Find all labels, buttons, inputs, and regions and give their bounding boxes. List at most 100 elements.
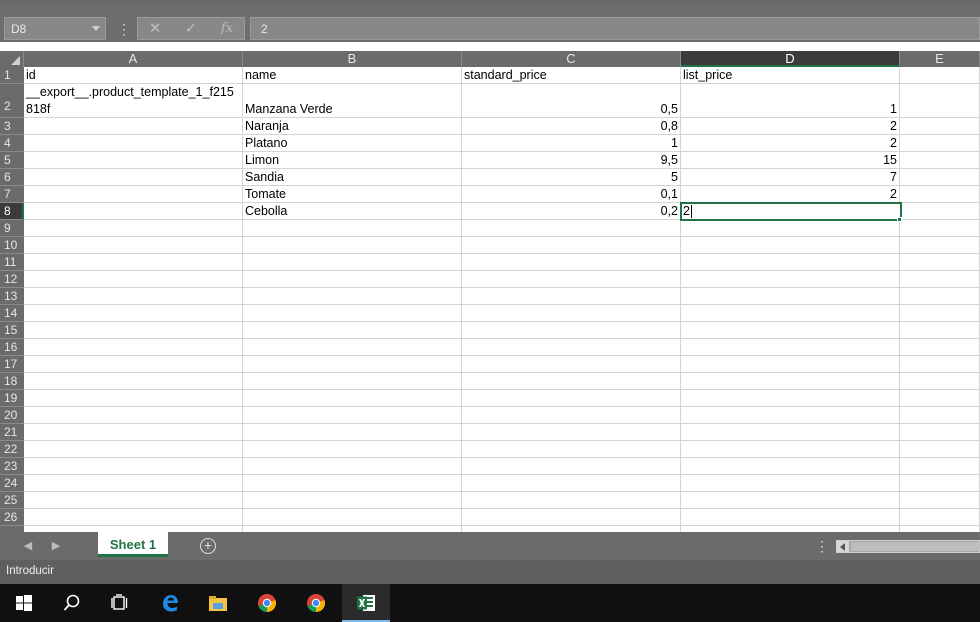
cell-b13[interactable] [243, 288, 462, 305]
cell-c24[interactable] [462, 475, 681, 492]
cell-c26[interactable] [462, 509, 681, 526]
cell-c20[interactable] [462, 407, 681, 424]
cell-a4[interactable] [24, 135, 243, 152]
chrome-taskbar-button-2[interactable] [292, 584, 340, 622]
cell-e7[interactable] [900, 186, 980, 203]
cell-b10[interactable] [243, 237, 462, 254]
cell-a6[interactable] [24, 169, 243, 186]
column-header-c[interactable]: C [462, 51, 681, 67]
cell-c14[interactable] [462, 305, 681, 322]
scrollbar-thumb[interactable] [851, 542, 980, 551]
cell-b12[interactable] [243, 271, 462, 288]
cell-e26[interactable] [900, 509, 980, 526]
cell-c4[interactable]: 1 [462, 135, 681, 152]
cell-e15[interactable] [900, 322, 980, 339]
column-header-d[interactable]: D [681, 51, 900, 67]
start-button[interactable] [0, 584, 48, 622]
tab-scroll-right-icon[interactable]: ▶ [50, 539, 62, 553]
cell-c25[interactable] [462, 492, 681, 509]
cell-b8[interactable]: Cebolla [243, 203, 462, 220]
cell-d15[interactable] [681, 322, 900, 339]
cell-d26[interactable] [681, 509, 900, 526]
cell-b7[interactable]: Tomate [243, 186, 462, 203]
cell-b3[interactable]: Naranja [243, 118, 462, 135]
cell-b19[interactable] [243, 390, 462, 407]
cell-a5[interactable] [24, 152, 243, 169]
row-header-3[interactable]: 3 [0, 118, 24, 135]
cell-b18[interactable] [243, 373, 462, 390]
cell-d4[interactable]: 2 [681, 135, 900, 152]
column-header-a[interactable]: A [24, 51, 243, 67]
cell-a26[interactable] [24, 509, 243, 526]
cell-b22[interactable] [243, 441, 462, 458]
cell-d6[interactable]: 7 [681, 169, 900, 186]
edge-taskbar-button[interactable] [146, 584, 194, 622]
cell-a24[interactable] [24, 475, 243, 492]
row-header-12[interactable]: 12 [0, 271, 24, 288]
cell-c21[interactable] [462, 424, 681, 441]
cell-a7[interactable] [24, 186, 243, 203]
excel-taskbar-button[interactable] [342, 584, 390, 622]
cell-c12[interactable] [462, 271, 681, 288]
cell-e13[interactable] [900, 288, 980, 305]
row-header-6[interactable]: 6 [0, 169, 24, 186]
cell-e20[interactable] [900, 407, 980, 424]
task-view-button[interactable] [96, 584, 144, 622]
cell-b23[interactable] [243, 458, 462, 475]
cell-c23[interactable] [462, 458, 681, 475]
cell-d1[interactable]: list_price [681, 67, 900, 84]
cell-d11[interactable] [681, 254, 900, 271]
cell-b5[interactable]: Limon [243, 152, 462, 169]
cell-c7[interactable]: 0,1 [462, 186, 681, 203]
cell-c10[interactable] [462, 237, 681, 254]
row-header-21[interactable]: 21 [0, 424, 24, 441]
cell-e12[interactable] [900, 271, 980, 288]
fill-handle[interactable] [897, 217, 902, 222]
cell-b2[interactable]: Manzana Verde [243, 84, 462, 118]
row-header-23[interactable]: 23 [0, 458, 24, 475]
scroll-left-icon[interactable] [837, 541, 849, 552]
plus-circle-icon[interactable]: + [200, 538, 216, 554]
cell-b17[interactable] [243, 356, 462, 373]
cell-d21[interactable] [681, 424, 900, 441]
cell-d2[interactable]: 1 [681, 84, 900, 118]
cell-a18[interactable] [24, 373, 243, 390]
cell-a3[interactable] [24, 118, 243, 135]
row-header-15[interactable]: 15 [0, 322, 24, 339]
select-all-corner[interactable] [0, 51, 24, 67]
cell-d10[interactable] [681, 237, 900, 254]
row-header-5[interactable]: 5 [0, 152, 24, 169]
cell-d3[interactable]: 2 [681, 118, 900, 135]
cell-d24[interactable] [681, 475, 900, 492]
cell-b6[interactable]: Sandia [243, 169, 462, 186]
cell-a16[interactable] [24, 339, 243, 356]
cell-a12[interactable] [24, 271, 243, 288]
cell-a25[interactable] [24, 492, 243, 509]
cell-a13[interactable] [24, 288, 243, 305]
cell-e16[interactable] [900, 339, 980, 356]
cell-d12[interactable] [681, 271, 900, 288]
cell-c2[interactable]: 0,5 [462, 84, 681, 118]
select-all-triangle-icon[interactable] [11, 56, 20, 65]
cell-e9[interactable] [900, 220, 980, 237]
row-header-10[interactable]: 10 [0, 237, 24, 254]
row-header-2[interactable]: 2 [0, 84, 24, 118]
cell-c3[interactable]: 0,8 [462, 118, 681, 135]
cell-b14[interactable] [243, 305, 462, 322]
chevron-down-icon[interactable] [92, 26, 100, 31]
cell-e11[interactable] [900, 254, 980, 271]
cell-d9[interactable] [681, 220, 900, 237]
tab-sheet-1[interactable]: Sheet 1 [98, 532, 168, 557]
cell-e10[interactable] [900, 237, 980, 254]
chrome-taskbar-button-1[interactable] [243, 584, 291, 622]
cell-c16[interactable] [462, 339, 681, 356]
cell-e23[interactable] [900, 458, 980, 475]
cell-e6[interactable] [900, 169, 980, 186]
cell-e8[interactable] [900, 203, 980, 220]
cell-c18[interactable] [462, 373, 681, 390]
cell-c11[interactable] [462, 254, 681, 271]
cell-b11[interactable] [243, 254, 462, 271]
search-button[interactable] [48, 584, 96, 622]
cell-e5[interactable] [900, 152, 980, 169]
cell-b15[interactable] [243, 322, 462, 339]
